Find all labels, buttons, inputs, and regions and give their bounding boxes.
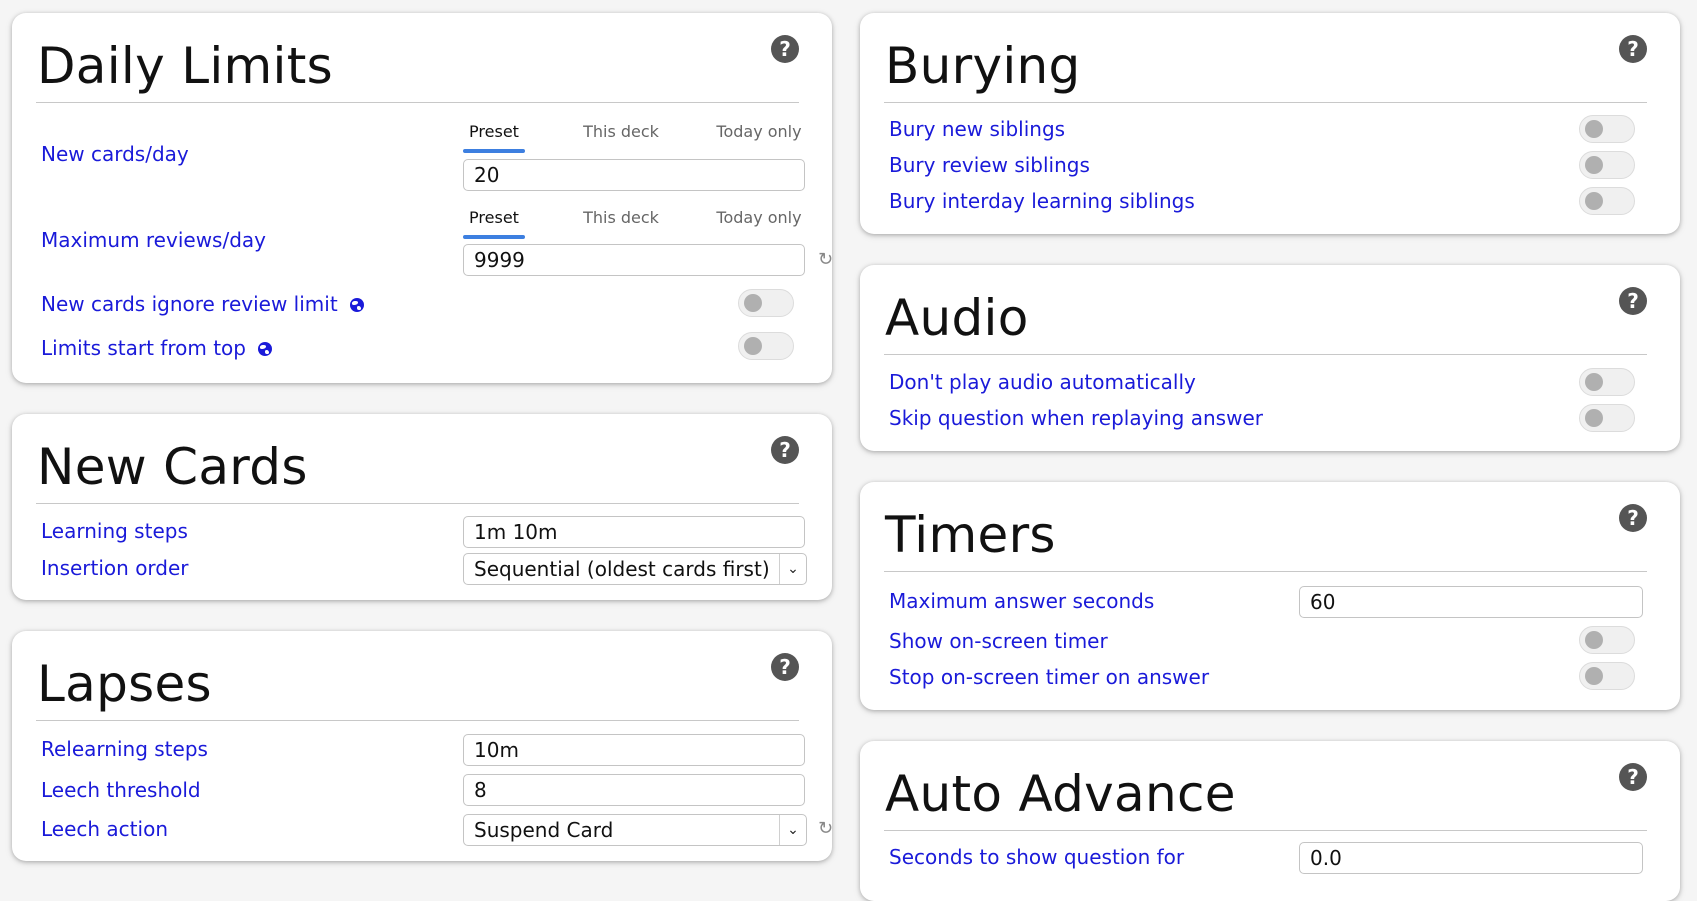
tab-today-only[interactable]: Today only (716, 121, 802, 143)
max-reviews-tabs: Preset This deck Today only (463, 207, 809, 239)
divider (36, 102, 799, 103)
timers-card: Timers ? Maximum answer seconds 60 Show … (860, 482, 1680, 710)
toggle-knob (1585, 631, 1603, 649)
help-icon[interactable]: ? (771, 436, 799, 464)
lapses-card: Lapses ? Relearning steps 10m Leech thre… (12, 631, 832, 861)
new-cards-per-day-input[interactable]: 20 (463, 159, 805, 191)
maximum-answer-seconds-input[interactable]: 60 (1299, 586, 1643, 618)
bury-interday-learning-siblings-label[interactable]: Bury interday learning siblings (889, 189, 1195, 213)
timers-title: Timers (885, 506, 1056, 564)
maximum-answer-seconds-label[interactable]: Maximum answer seconds (889, 589, 1154, 613)
toggle-knob (1585, 409, 1603, 427)
leech-threshold-input[interactable]: 8 (463, 774, 805, 806)
leech-threshold-label[interactable]: Leech threshold (41, 778, 201, 802)
insertion-order-select[interactable]: Sequential (oldest cards first) ⌄ (463, 553, 807, 585)
leech-action-select[interactable]: Suspend Card ⌄ (463, 814, 807, 846)
toggle-knob (1585, 120, 1603, 138)
globe-icon (349, 298, 364, 312)
audio-title: Audio (885, 289, 1029, 347)
tab-preset[interactable]: Preset (463, 207, 525, 239)
toggle-knob (744, 294, 762, 312)
max-reviews-per-day-input[interactable]: 9999 (463, 244, 805, 276)
seconds-to-show-question-label[interactable]: Seconds to show question for (889, 845, 1184, 869)
relearning-steps-label[interactable]: Relearning steps (41, 737, 208, 761)
leech-action-value: Suspend Card (474, 818, 614, 842)
reset-icon[interactable]: ↻ (818, 820, 832, 838)
limits-start-from-top-toggle[interactable] (738, 332, 794, 360)
bury-new-siblings-label[interactable]: Bury new siblings (889, 117, 1065, 141)
insertion-order-value: Sequential (oldest cards first) (474, 557, 770, 581)
toggle-knob (1585, 667, 1603, 685)
relearning-steps-input[interactable]: 10m (463, 734, 805, 766)
tab-preset[interactable]: Preset (463, 121, 525, 153)
divider (884, 571, 1647, 572)
help-icon[interactable]: ? (1619, 35, 1647, 63)
skip-question-when-replaying-toggle[interactable] (1579, 404, 1635, 432)
divider (36, 720, 799, 721)
new-cards-title: New Cards (37, 438, 308, 496)
bury-review-siblings-toggle[interactable] (1579, 151, 1635, 179)
show-on-screen-timer-label[interactable]: Show on-screen timer (889, 629, 1108, 653)
auto-advance-card: Auto Advance ? Seconds to show question … (860, 741, 1680, 901)
daily-limits-card: Daily Limits ? New cards/day Preset This… (12, 13, 832, 383)
chevron-down-icon: ⌄ (779, 815, 806, 845)
divider (884, 102, 1647, 103)
burying-title: Burying (885, 37, 1081, 95)
max-reviews-per-day-label[interactable]: Maximum reviews/day (41, 228, 266, 252)
limits-start-from-top-text: Limits start from top (41, 336, 246, 360)
help-icon[interactable]: ? (1619, 763, 1647, 791)
skip-question-when-replaying-label[interactable]: Skip question when replaying answer (889, 406, 1263, 430)
new-cards-per-day-label[interactable]: New cards/day (41, 142, 189, 166)
reset-icon[interactable]: ↻ (818, 251, 832, 269)
toggle-knob (1585, 192, 1603, 210)
new-cards-card: New Cards ? Learning steps 1m 10m Insert… (12, 414, 832, 600)
stop-on-screen-timer-on-answer-toggle[interactable] (1579, 662, 1635, 690)
seconds-to-show-question-input[interactable]: 0.0 (1299, 842, 1643, 874)
dont-play-audio-automatically-toggle[interactable] (1579, 368, 1635, 396)
help-icon[interactable]: ? (771, 35, 799, 63)
burying-card: Burying ? Bury new siblings Bury review … (860, 13, 1680, 234)
show-on-screen-timer-toggle[interactable] (1579, 626, 1635, 654)
learning-steps-input[interactable]: 1m 10m (463, 516, 805, 548)
insertion-order-label[interactable]: Insertion order (41, 556, 189, 580)
chevron-down-icon: ⌄ (779, 554, 806, 584)
new-cards-ignore-review-limit-label[interactable]: New cards ignore review limit (41, 292, 364, 316)
dont-play-audio-automatically-label[interactable]: Don't play audio automatically (889, 370, 1196, 394)
daily-limits-title: Daily Limits (37, 37, 334, 95)
lapses-title: Lapses (37, 655, 212, 713)
limits-start-from-top-label[interactable]: Limits start from top (41, 336, 272, 360)
tab-today-only[interactable]: Today only (716, 207, 802, 229)
new-cards-ignore-review-limit-toggle[interactable] (738, 289, 794, 317)
toggle-knob (744, 337, 762, 355)
audio-card: Audio ? Don't play audio automatically S… (860, 265, 1680, 451)
stop-on-screen-timer-on-answer-label[interactable]: Stop on-screen timer on answer (889, 665, 1209, 689)
bury-review-siblings-label[interactable]: Bury review siblings (889, 153, 1090, 177)
bury-interday-learning-siblings-toggle[interactable] (1579, 187, 1635, 215)
divider (36, 503, 799, 504)
tab-this-deck[interactable]: This deck (583, 207, 659, 229)
new-cards-ignore-review-limit-text: New cards ignore review limit (41, 292, 338, 316)
new-cards-tabs: Preset This deck Today only (463, 121, 809, 153)
tab-this-deck[interactable]: This deck (583, 121, 659, 143)
globe-icon (257, 342, 272, 356)
toggle-knob (1585, 156, 1603, 174)
toggle-knob (1585, 373, 1603, 391)
leech-action-label[interactable]: Leech action (41, 817, 168, 841)
learning-steps-label[interactable]: Learning steps (41, 519, 188, 543)
help-icon[interactable]: ? (1619, 287, 1647, 315)
help-icon[interactable]: ? (1619, 504, 1647, 532)
divider (884, 830, 1647, 831)
bury-new-siblings-toggle[interactable] (1579, 115, 1635, 143)
auto-advance-title: Auto Advance (885, 765, 1236, 823)
help-icon[interactable]: ? (771, 653, 799, 681)
divider (884, 354, 1647, 355)
